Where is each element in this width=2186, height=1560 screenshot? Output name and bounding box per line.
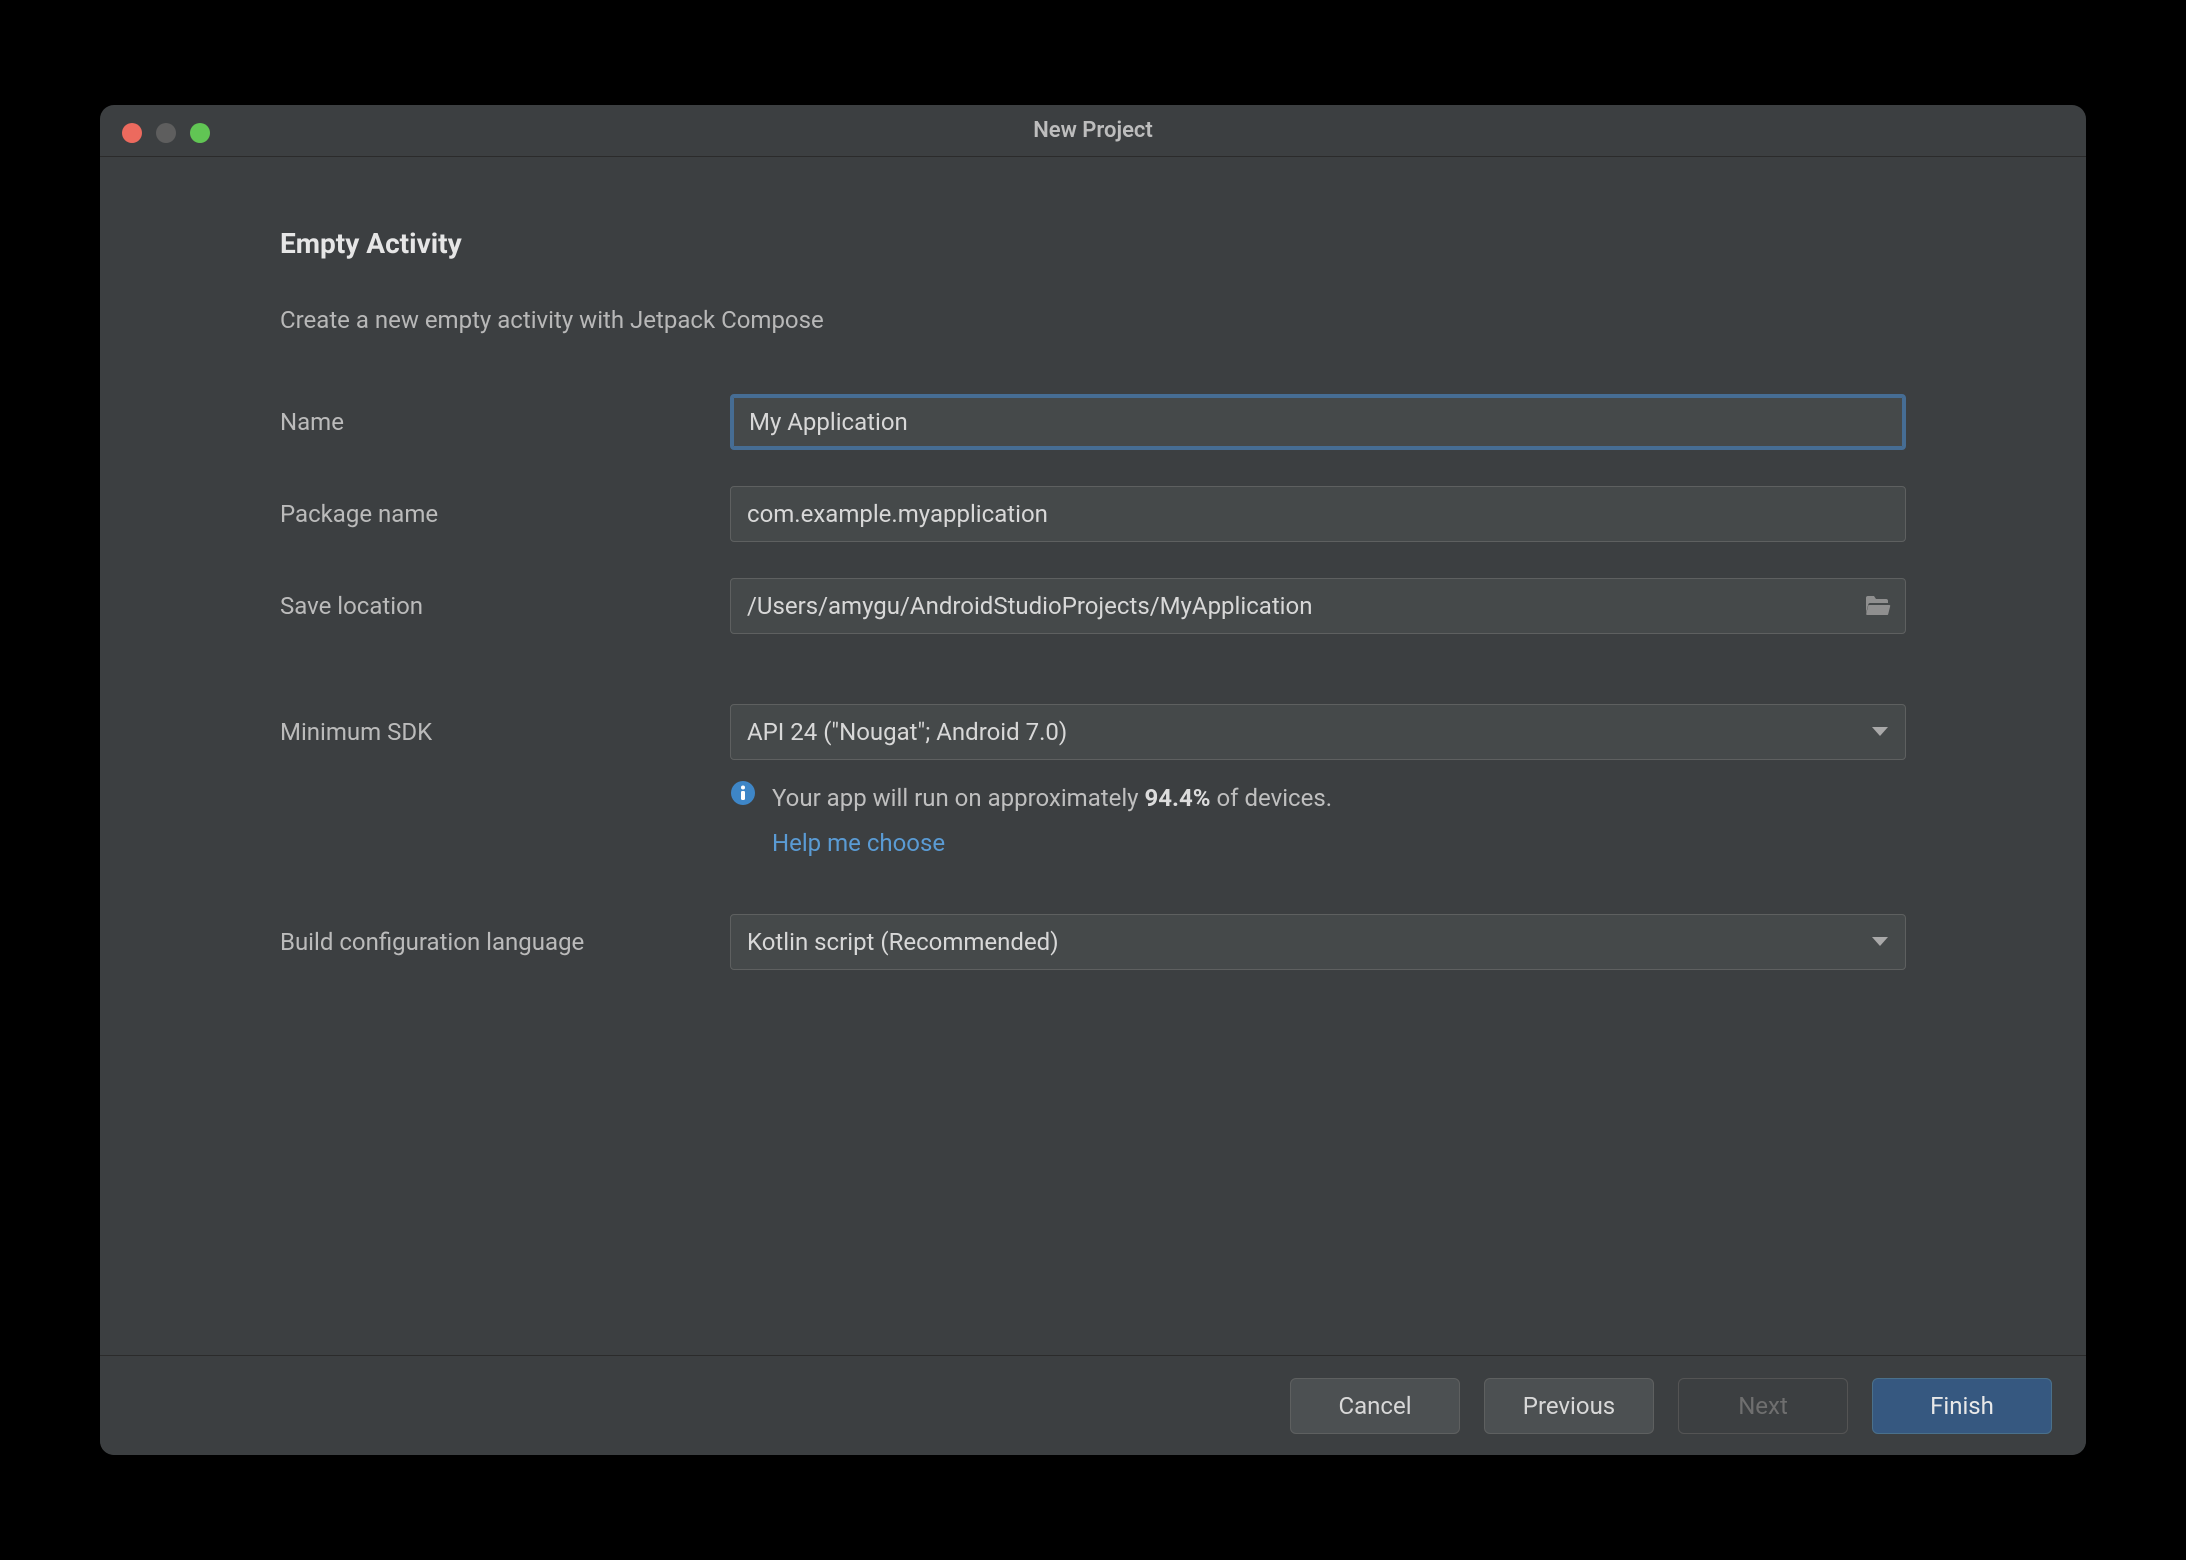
sdk-info: Your app will run on approximately 94.4%…: [730, 778, 1906, 864]
page-title: Empty Activity: [280, 227, 1906, 260]
package-name-label: Package name: [280, 500, 730, 528]
help-me-choose-link[interactable]: Help me choose: [772, 823, 1332, 864]
save-location-label: Save location: [280, 592, 730, 620]
minimize-window-button[interactable]: [156, 123, 176, 143]
build-config-select[interactable]: Kotlin script (Recommended): [730, 914, 1906, 970]
folder-open-icon[interactable]: [1864, 594, 1892, 618]
minimum-sdk-value: API 24 ("Nougat"; Android 7.0): [747, 718, 1067, 746]
chevron-down-icon: [1871, 936, 1889, 948]
sdk-info-percent: 94.4%: [1145, 784, 1211, 812]
cancel-button[interactable]: Cancel: [1290, 1378, 1460, 1434]
sdk-info-text-pre: Your app will run on approximately: [772, 784, 1145, 812]
name-input[interactable]: [730, 394, 1906, 450]
package-name-input[interactable]: [730, 486, 1906, 542]
save-location-input[interactable]: [730, 578, 1906, 634]
close-window-button[interactable]: [122, 123, 142, 143]
previous-button[interactable]: Previous: [1484, 1378, 1654, 1434]
minimum-sdk-select[interactable]: API 24 ("Nougat"; Android 7.0): [730, 704, 1906, 760]
window-title: New Project: [100, 118, 2086, 143]
info-icon: [730, 780, 756, 806]
window-controls: [122, 123, 210, 143]
titlebar: New Project: [100, 105, 2086, 157]
finish-button[interactable]: Finish: [1872, 1378, 2052, 1434]
build-config-label: Build configuration language: [280, 928, 730, 956]
chevron-down-icon: [1871, 726, 1889, 738]
minimum-sdk-label: Minimum SDK: [280, 718, 730, 746]
dialog-footer: Cancel Previous Next Finish: [100, 1355, 2086, 1455]
new-project-dialog: New Project Empty Activity Create a new …: [100, 105, 2086, 1455]
page-subtitle: Create a new empty activity with Jetpack…: [280, 306, 1906, 334]
maximize-window-button[interactable]: [190, 123, 210, 143]
next-button: Next: [1678, 1378, 1848, 1434]
build-config-value: Kotlin script (Recommended): [747, 928, 1059, 956]
sdk-info-text-post: of devices.: [1211, 784, 1333, 812]
dialog-content: Empty Activity Create a new empty activi…: [100, 157, 2086, 1355]
name-label: Name: [280, 408, 730, 436]
